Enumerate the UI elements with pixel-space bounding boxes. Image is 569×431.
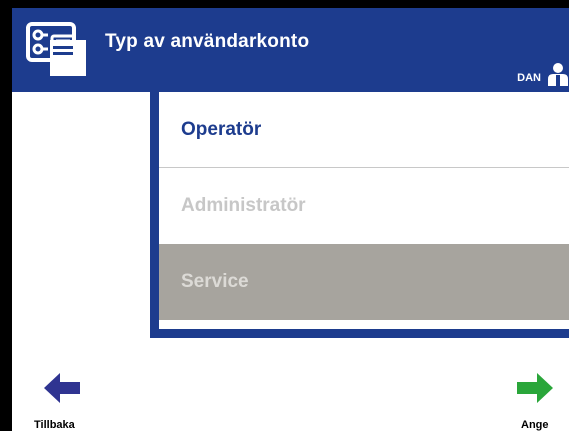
arrow-left-icon <box>44 373 80 403</box>
page-title: Typ av användarkonto <box>105 31 310 52</box>
account-type-administrator: Administratör <box>159 168 569 244</box>
arrow-right-icon <box>517 373 553 403</box>
bezel-left <box>0 0 12 431</box>
screen: Typ av användarkonto DAN Operatör Admini… <box>0 0 569 431</box>
enter-button[interactable]: Ange <box>487 361 567 431</box>
account-type-label: Administratör <box>181 195 306 216</box>
person-icon <box>548 63 568 86</box>
content-area: Operatör Administratör Service Tillbaka … <box>12 92 569 431</box>
account-type-label: Operatör <box>181 118 262 140</box>
user-label: DAN <box>517 72 541 84</box>
account-type-operator[interactable]: Operatör <box>159 92 569 168</box>
bezel-top <box>0 0 569 8</box>
enter-label: Ange <box>521 419 549 431</box>
account-type-label: Service <box>181 271 249 292</box>
user-account-card-icon <box>26 22 86 76</box>
header-bar: Typ av användarkonto DAN <box>12 8 569 92</box>
back-button[interactable]: Tillbaka <box>26 361 106 431</box>
current-user: DAN <box>517 60 569 86</box>
back-label: Tillbaka <box>34 419 75 431</box>
account-type-service: Service <box>159 244 569 320</box>
account-type-list: Operatör Administratör Service <box>150 92 569 338</box>
